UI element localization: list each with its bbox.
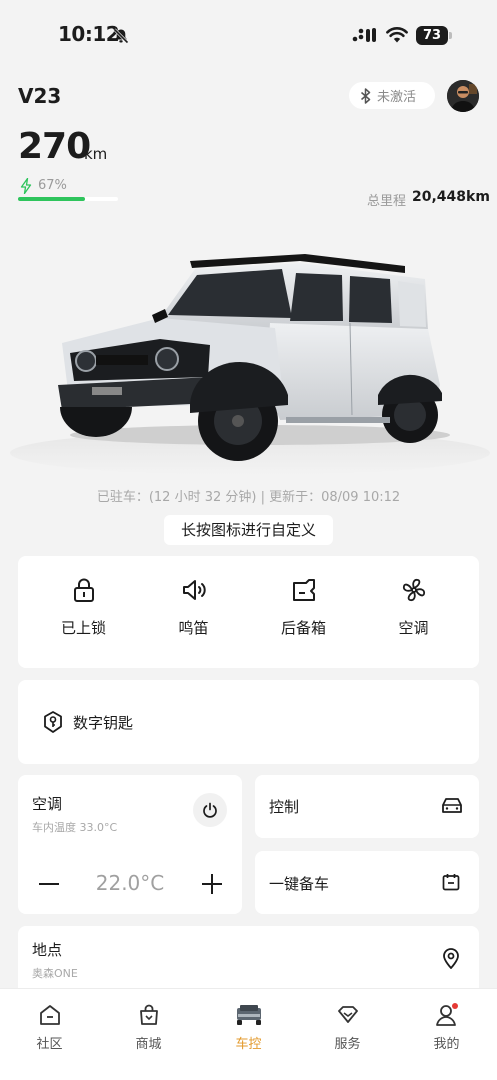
lock-icon (73, 578, 94, 602)
odometer-label: 总里程 (367, 194, 407, 209)
tab-mall[interactable]: 商城 (99, 989, 198, 1059)
location-title: 地点 (32, 941, 63, 959)
car-icon (236, 1005, 261, 1025)
battery-tip (449, 32, 452, 39)
calendar-icon (442, 874, 460, 891)
user-avatar[interactable] (447, 80, 479, 112)
horn-button[interactable]: 鸣笛 (136, 556, 251, 668)
power-icon (203, 802, 217, 818)
wifi-icon (386, 27, 408, 43)
customize-hint-button[interactable]: 长按图标进行自定义 (164, 515, 333, 545)
lock-label: 已上锁 (60, 619, 106, 637)
battery-bar-fill (18, 197, 85, 201)
range-unit: km (84, 145, 108, 163)
battery-level-text: 73 (416, 26, 448, 45)
battery-indicator: 73 (416, 26, 452, 45)
home-icon (39, 1005, 60, 1025)
status-time: 10:12 (58, 22, 120, 46)
decrease-temperature-button[interactable] (39, 883, 59, 885)
horn-icon (182, 580, 206, 600)
key-shield-icon (44, 711, 62, 733)
bottom-tab-bar: 社区 商城 车控 服务 我的 (0, 988, 497, 1080)
range-value: 270 (18, 126, 91, 167)
location-card[interactable]: 地点 奥森ONE (18, 926, 479, 996)
digital-key-card[interactable]: 数字钥匙 (18, 680, 479, 764)
digital-key-label: 数字钥匙 (73, 713, 134, 732)
trunk-icon (292, 579, 315, 601)
vehicle-prep-card[interactable]: 一键备车 (255, 851, 479, 914)
ac-title: 空调 (32, 795, 63, 813)
diamond-icon (337, 1006, 358, 1023)
shopping-bag-icon (139, 1004, 158, 1025)
quick-actions-card: 已上锁 鸣笛 后备箱 空调 (18, 556, 479, 668)
tab-service[interactable]: 服务 (298, 989, 397, 1059)
battery-bar (18, 197, 118, 201)
increase-temperature-button-vertical[interactable] (211, 874, 213, 894)
cabin-temperature: 车内温度 33.0°C (32, 821, 118, 834)
mute-bell-icon (113, 28, 129, 44)
vehicle-prep-label: 一键备车 (269, 875, 330, 893)
control-label: 控制 (269, 798, 300, 816)
car-front-icon (442, 798, 462, 813)
tab-community[interactable]: 社区 (0, 989, 99, 1059)
tab-profile-label: 我的 (433, 1037, 460, 1052)
ac-card: 空调 车内温度 33.0°C 22.0°C (18, 775, 242, 914)
trunk-label: 后备箱 (280, 619, 326, 637)
tab-community-label: 社区 (36, 1037, 63, 1052)
trunk-button[interactable]: 后备箱 (246, 556, 361, 668)
tab-service-label: 服务 (334, 1037, 361, 1052)
bluetooth-icon (361, 87, 371, 104)
tab-profile[interactable]: 我的 (397, 989, 496, 1059)
parking-update-info: 已驻车：(12 小时 32 分钟) | 更新于：08/09 10:12 (96, 490, 401, 505)
control-card[interactable]: 控制 (255, 775, 479, 838)
tab-car-control[interactable]: 车控 (199, 989, 298, 1059)
activation-label: 未激活 (377, 90, 417, 105)
notification-dot (451, 1003, 458, 1009)
charging-bolt-icon (20, 178, 32, 194)
location-name: 奥森ONE (32, 967, 78, 980)
ac-power-button[interactable] (193, 793, 227, 827)
ac-quick-button[interactable]: 空调 (356, 556, 471, 668)
tab-mall-label: 商城 (135, 1037, 162, 1052)
odometer-value: 20,448km (412, 189, 490, 205)
vehicle-image (10, 254, 490, 475)
horn-label: 鸣笛 (178, 619, 209, 637)
car-name: V23 (18, 84, 62, 108)
person-icon (435, 1003, 458, 1026)
tab-car-control-label: 车控 (235, 1037, 262, 1052)
cellular-signal-icon (352, 28, 376, 42)
ac-quick-label: 空调 (398, 619, 429, 637)
activation-badge[interactable]: 未激活 (349, 82, 435, 109)
avatar-photo (447, 80, 479, 112)
location-pin-icon (443, 948, 459, 969)
lock-button[interactable]: 已上锁 (26, 556, 141, 668)
battery-percent: 67% (38, 178, 67, 193)
fan-icon (402, 578, 425, 602)
